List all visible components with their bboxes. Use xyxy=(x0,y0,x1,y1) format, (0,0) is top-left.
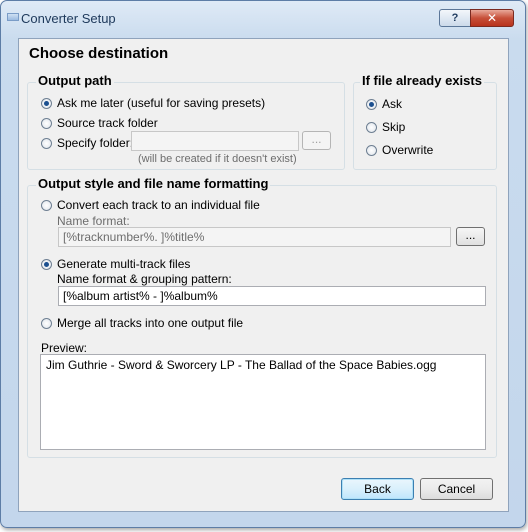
preview-box: Jim Guthrie - Sword & Sworcery LP - The … xyxy=(40,354,486,450)
radio-label: Convert each track to an individual file xyxy=(57,198,260,212)
grouping-pattern-label: Name format & grouping pattern: xyxy=(57,272,232,286)
radio-indicator[interactable] xyxy=(366,144,377,156)
name-format-label: Name format: xyxy=(57,214,130,228)
radio-skip[interactable]: Skip xyxy=(366,120,405,134)
radio-indicator[interactable] xyxy=(41,97,52,109)
radio-indicator[interactable] xyxy=(366,121,377,133)
output-path-title: Output path xyxy=(36,73,114,88)
title-bar[interactable]: Converter Setup ? ✕ xyxy=(1,1,525,33)
radio-indicator[interactable] xyxy=(41,199,52,211)
if-exists-group: If file already exists Ask Skip Overwrit… xyxy=(353,73,497,170)
grouping-pattern-input[interactable]: [%album artist% - ]%album% xyxy=(58,286,486,306)
preview-label: Preview: xyxy=(41,341,88,355)
name-format-browse-button[interactable]: ... xyxy=(456,227,485,246)
radio-label: Ask xyxy=(382,97,403,111)
radio-indicator[interactable] xyxy=(41,137,52,149)
output-style-group: Output style and file name formatting Co… xyxy=(27,176,497,458)
close-button[interactable]: ✕ xyxy=(470,9,514,27)
cancel-button[interactable]: Cancel xyxy=(420,478,493,500)
app-window-icon xyxy=(7,13,19,21)
radio-multitrack[interactable]: Generate multi-track files xyxy=(41,257,190,271)
folder-note: (will be created if it doesn't exist) xyxy=(138,153,297,165)
radio-individual-files[interactable]: Convert each track to an individual file xyxy=(41,198,260,212)
radio-label: Source track folder xyxy=(57,116,158,130)
dialog-content: Choose destination Output path Ask me la… xyxy=(18,38,509,512)
radio-merge[interactable]: Merge all tracks into one output file xyxy=(41,316,243,330)
radio-label: Skip xyxy=(382,120,406,134)
radio-ask[interactable]: Ask xyxy=(366,97,402,111)
radio-label: Overwrite xyxy=(382,143,434,157)
radio-indicator[interactable] xyxy=(41,258,52,270)
radio-ask-later[interactable]: Ask me later (useful for saving presets) xyxy=(41,96,265,110)
output-style-title: Output style and file name formatting xyxy=(36,176,271,191)
radio-indicator[interactable] xyxy=(41,317,52,329)
output-path-group: Output path Ask me later (useful for sav… xyxy=(27,73,345,170)
page-title: Choose destination xyxy=(29,45,169,62)
radio-label: Generate multi-track files xyxy=(57,257,191,271)
radio-label: Ask me later (useful for saving presets) xyxy=(57,96,266,110)
radio-label: Specify folder: xyxy=(57,136,134,150)
dialog-window: Converter Setup ? ✕ Choose destination O… xyxy=(0,0,526,528)
name-format-input[interactable]: [%tracknumber%. ]%title% xyxy=(58,227,451,247)
radio-specify-folder[interactable]: Specify folder: xyxy=(41,136,133,150)
window-title: Converter Setup xyxy=(21,11,116,26)
preview-text: Jim Guthrie - Sword & Sworcery LP - The … xyxy=(46,358,437,372)
radio-indicator[interactable] xyxy=(41,117,52,129)
if-exists-title: If file already exists xyxy=(360,73,484,88)
folder-path-input[interactable] xyxy=(131,131,299,151)
back-button[interactable]: Back xyxy=(341,478,414,500)
radio-overwrite[interactable]: Overwrite xyxy=(366,143,433,157)
help-button[interactable]: ? xyxy=(439,9,471,27)
radio-indicator[interactable] xyxy=(366,98,377,110)
radio-label: Merge all tracks into one output file xyxy=(57,316,244,330)
radio-source-folder[interactable]: Source track folder xyxy=(41,116,158,130)
browse-folder-button[interactable]: ... xyxy=(302,131,331,150)
